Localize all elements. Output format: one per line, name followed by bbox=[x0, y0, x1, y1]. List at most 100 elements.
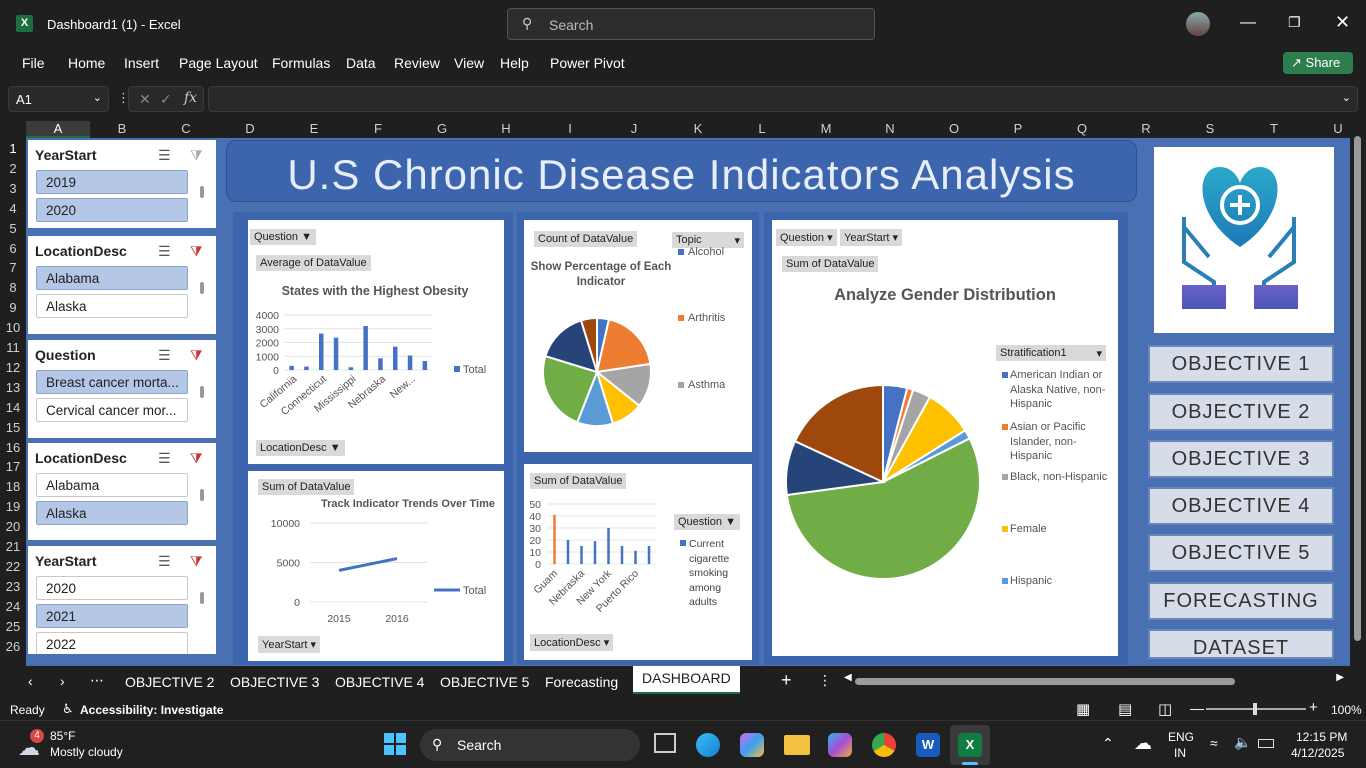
obesity-chart[interactable]: Question ▼ Average of DataValue States w… bbox=[248, 220, 504, 464]
smoking-chart[interactable]: Sum of DataValue 50 40 30 20 10 0 Guam Nebraska… bbox=[524, 464, 752, 660]
battery-icon[interactable] bbox=[1258, 739, 1274, 748]
slicer-locationdesc[interactable]: LocationDesc ☰ ⧩ Alabama Alaska bbox=[28, 443, 216, 540]
row-header[interactable]: 25 bbox=[0, 619, 26, 634]
close-icon[interactable]: ✕ bbox=[1335, 12, 1350, 33]
location-axis-button[interactable]: LocationDesc ▾ bbox=[530, 634, 614, 651]
sheet-tab[interactable]: OBJECTIVE 2 bbox=[125, 674, 214, 690]
copilot-icon[interactable] bbox=[740, 733, 764, 757]
slicer-item[interactable]: Cervical cancer mor... bbox=[36, 398, 188, 422]
row-header[interactable]: 3 bbox=[0, 181, 26, 196]
menu-data[interactable]: Data bbox=[346, 55, 376, 71]
slicer-item[interactable]: 2020 bbox=[36, 576, 188, 600]
row-header[interactable]: 11 bbox=[0, 340, 26, 355]
slicer-yearstart[interactable]: YearStart ☰ ⧩ 2020 2021 2022 bbox=[28, 546, 216, 654]
slicer-item[interactable]: Alabama bbox=[36, 473, 188, 497]
objective-button[interactable]: DATASET bbox=[1148, 629, 1334, 659]
more-sheets-icon[interactable]: ⋯ bbox=[90, 672, 104, 689]
column-header[interactable]: F bbox=[346, 121, 410, 136]
file-explorer-icon[interactable] bbox=[784, 735, 810, 755]
value-field-button[interactable]: Sum of DataValue bbox=[782, 256, 879, 272]
row-header[interactable]: 20 bbox=[0, 519, 26, 534]
slicer-item[interactable]: 2020 bbox=[36, 198, 188, 222]
menu-file[interactable]: File bbox=[22, 55, 45, 71]
next-sheet-icon[interactable]: › bbox=[60, 673, 65, 689]
zoom-out-icon[interactable]: — bbox=[1190, 700, 1204, 716]
slicer-item[interactable]: 2019 bbox=[36, 170, 188, 194]
lang-code[interactable]: ENG bbox=[1168, 730, 1194, 744]
scroll-thumb[interactable] bbox=[855, 678, 1235, 685]
multi-select-icon[interactable]: ☰ bbox=[158, 553, 171, 570]
menu-power-pivot[interactable]: Power Pivot bbox=[550, 55, 625, 71]
formula-input[interactable]: ⌄ bbox=[208, 86, 1358, 112]
zoom-level[interactable]: 100% bbox=[1331, 703, 1362, 717]
minimize-icon[interactable]: — bbox=[1240, 14, 1256, 32]
chevron-up-icon[interactable]: ⌃ bbox=[1102, 735, 1114, 752]
menu-help[interactable]: Help bbox=[500, 55, 529, 71]
clear-filter-icon[interactable]: ⧩ bbox=[190, 347, 203, 364]
column-header[interactable]: L bbox=[730, 121, 794, 136]
objective-button[interactable]: FORECASTING bbox=[1148, 582, 1334, 620]
slicer-item[interactable]: Breast cancer morta... bbox=[36, 370, 188, 394]
column-header[interactable]: O bbox=[922, 121, 986, 136]
scroll-right-icon[interactable]: ▶ bbox=[1336, 672, 1344, 683]
row-header[interactable]: 10 bbox=[0, 320, 26, 335]
row-header[interactable]: 1 bbox=[0, 141, 26, 156]
sheet-tab[interactable]: OBJECTIVE 5 bbox=[440, 674, 529, 690]
row-header[interactable]: 19 bbox=[0, 499, 26, 514]
row-header[interactable]: 8 bbox=[0, 280, 26, 295]
column-header[interactable]: P bbox=[986, 121, 1050, 136]
menu-home[interactable]: Home bbox=[68, 55, 105, 71]
clear-filter-icon[interactable]: ⧩ bbox=[190, 450, 203, 467]
menu-formulas[interactable]: Formulas bbox=[272, 55, 330, 71]
scroll-left-icon[interactable]: ◀ bbox=[844, 672, 852, 683]
row-header[interactable]: 6 bbox=[0, 241, 26, 256]
row-header[interactable]: 13 bbox=[0, 380, 26, 395]
year-filter-button[interactable]: YearStart ▾ bbox=[840, 229, 903, 246]
menu-page-layout[interactable]: Page Layout bbox=[179, 55, 258, 71]
row-header[interactable]: 16 bbox=[0, 440, 26, 455]
horizontal-scrollbar[interactable]: ◀ ▶ bbox=[840, 672, 1348, 692]
slicer-yearstart[interactable]: YearStart ☰ ⧩ 2019 2020 bbox=[28, 140, 216, 228]
multi-select-icon[interactable]: ☰ bbox=[158, 450, 171, 467]
weather-widget[interactable]: ☁ 4 85°F Mostly cloudy bbox=[16, 727, 166, 763]
slicer-scrollbar[interactable] bbox=[200, 186, 204, 198]
excel-taskbar-icon[interactable]: X bbox=[950, 725, 990, 765]
row-header[interactable]: 7 bbox=[0, 260, 26, 275]
edge-icon[interactable] bbox=[696, 733, 720, 757]
expand-formula-icon[interactable]: ⌄ bbox=[1342, 91, 1351, 104]
objective-button[interactable]: OBJECTIVE 2 bbox=[1148, 393, 1334, 431]
column-header[interactable]: J bbox=[602, 121, 666, 136]
taskbar-search[interactable]: ⚲ Search bbox=[420, 729, 640, 761]
value-field-button[interactable]: Count of DataValue bbox=[534, 231, 638, 247]
onedrive-icon[interactable]: ☁ bbox=[1134, 733, 1152, 754]
maximize-icon[interactable]: ❐ bbox=[1288, 14, 1301, 31]
slicer-scrollbar[interactable] bbox=[200, 592, 204, 604]
slicer-item[interactable]: 2022 bbox=[36, 632, 188, 654]
column-header[interactable]: G bbox=[410, 121, 474, 136]
clock-date[interactable]: 4/12/2025 bbox=[1291, 746, 1344, 760]
cancel-icon[interactable]: ✕ bbox=[139, 91, 151, 108]
row-header[interactable]: 15 bbox=[0, 420, 26, 435]
row-header[interactable]: 18 bbox=[0, 479, 26, 494]
row-header[interactable]: 14 bbox=[0, 400, 26, 415]
column-header[interactable]: S bbox=[1178, 121, 1242, 136]
slicer-item[interactable]: Alaska bbox=[36, 294, 188, 318]
page-layout-view-icon[interactable]: ▤ bbox=[1118, 700, 1132, 718]
search-box[interactable]: ⚲ Search bbox=[507, 8, 875, 40]
indicator-pie-chart[interactable]: Count of DataValue Topic ▾ Show Percentag… bbox=[524, 220, 752, 452]
row-header[interactable]: 24 bbox=[0, 599, 26, 614]
column-header[interactable]: A bbox=[26, 121, 90, 138]
question-filter-button[interactable]: Question ▼ bbox=[250, 229, 316, 245]
sheet-tab[interactable]: OBJECTIVE 3 bbox=[230, 674, 319, 690]
enter-icon[interactable]: ✓ bbox=[160, 91, 172, 108]
share-button[interactable]: ↗ Share bbox=[1283, 52, 1353, 74]
column-header[interactable]: I bbox=[538, 121, 602, 136]
sheet-tab[interactable]: DASHBOARD bbox=[633, 666, 740, 694]
column-header[interactable]: T bbox=[1242, 121, 1306, 136]
vertical-scrollbar[interactable] bbox=[1350, 120, 1366, 666]
value-field-button[interactable]: Sum of DataValue bbox=[258, 479, 355, 495]
slicer-item[interactable]: Alaska bbox=[36, 501, 188, 525]
objective-button[interactable]: OBJECTIVE 1 bbox=[1148, 345, 1334, 383]
location-axis-button[interactable]: LocationDesc ▼ bbox=[256, 440, 345, 456]
page-break-view-icon[interactable]: ◫ bbox=[1158, 700, 1172, 718]
